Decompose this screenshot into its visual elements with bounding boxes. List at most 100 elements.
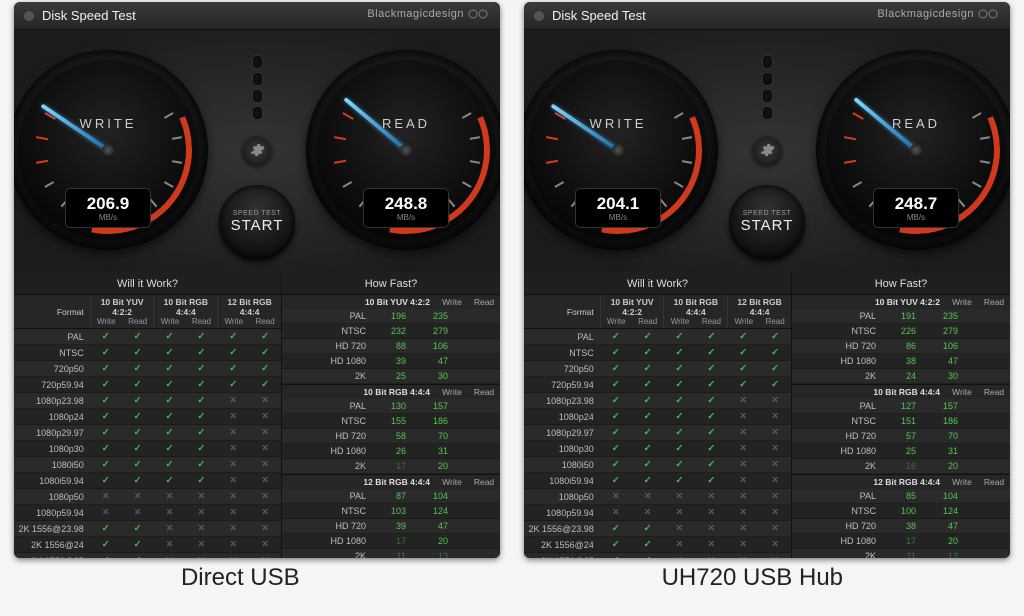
x-icon: ✕: [642, 491, 654, 502]
format-label: 1080p59.94: [14, 508, 90, 518]
format-label: PAL: [282, 311, 372, 321]
x-icon: ✕: [227, 475, 239, 486]
write-value: 39: [372, 356, 420, 366]
x-icon: ✕: [227, 443, 239, 454]
readout-unit: MB/s: [397, 213, 415, 222]
start-button[interactable]: SPEED TEST START: [729, 185, 805, 260]
table-row: PAL 127 157: [792, 399, 1010, 414]
table-row: 2K 24 30: [792, 369, 1010, 384]
x-icon: ✕: [259, 523, 271, 534]
activity-leds: [763, 56, 772, 119]
window-title: Disk Speed Test: [552, 8, 646, 23]
center-column: SPEED TEST START: [732, 50, 802, 260]
settings-button[interactable]: [752, 135, 782, 165]
check-icon: ✓: [673, 379, 685, 390]
write-value: 16: [882, 461, 930, 471]
check-icon: ✓: [737, 379, 749, 390]
codec-subheader: 12 Bit RGB 4:4:4 Write Read: [792, 474, 1010, 489]
check-icon: ✓: [642, 459, 654, 470]
write-value: 86: [882, 341, 930, 351]
write-value: 38: [882, 356, 930, 366]
x-icon: ✕: [195, 539, 207, 550]
check-icon: ✓: [705, 411, 717, 422]
read-value: 20: [930, 536, 978, 546]
x-icon: ✕: [163, 555, 175, 558]
table-row: 1080p59.94✕✕✕✕✕✕: [524, 505, 791, 521]
x-icon: ✕: [100, 491, 112, 502]
x-icon: ✕: [769, 523, 781, 534]
check-icon: ✓: [132, 411, 144, 422]
how-fast-table: How Fast? 10 Bit YUV 4:2:2 Write Read PA…: [282, 272, 500, 558]
check-icon: ✓: [163, 475, 175, 486]
write-value: 232: [372, 326, 420, 336]
format-label: 1080p29.97: [524, 428, 600, 438]
x-icon: ✕: [163, 539, 175, 550]
format-label: 2K: [282, 371, 372, 381]
x-icon: ✕: [769, 459, 781, 470]
read-value: 47: [420, 356, 468, 366]
check-icon: ✓: [163, 331, 175, 342]
table-row: 1080p24✓✓✓✓✕✕: [14, 409, 281, 425]
check-icon: ✓: [163, 395, 175, 406]
check-icon: ✓: [642, 539, 654, 550]
format-label: 2K 1556@24: [524, 540, 600, 550]
check-icon: ✓: [100, 395, 112, 406]
table-row: PAL 196 235: [282, 309, 500, 324]
check-icon: ✓: [132, 347, 144, 358]
readout-unit: MB/s: [907, 213, 925, 222]
check-icon: ✓: [769, 347, 781, 358]
x-icon: ✕: [673, 555, 685, 558]
check-icon: ✓: [100, 443, 112, 454]
table-row: 1080p30✓✓✓✓✕✕: [524, 441, 791, 457]
app-window: Disk Speed Test Blackmagicdesign WRITE 2…: [524, 2, 1010, 558]
write-value: 11: [372, 551, 420, 558]
read-value: 30: [420, 371, 468, 381]
check-icon: ✓: [132, 459, 144, 470]
check-icon: ✓: [100, 555, 112, 558]
check-icon: ✓: [195, 395, 207, 406]
write-value: 87: [372, 491, 420, 501]
table-row: 720p59.94✓✓✓✓✓✓: [524, 377, 791, 393]
x-icon: ✕: [673, 491, 685, 502]
x-icon: ✕: [737, 443, 749, 454]
x-icon: ✕: [227, 395, 239, 406]
x-icon: ✕: [610, 507, 622, 518]
table-row: NTSC 155 186: [282, 414, 500, 429]
x-icon: ✕: [163, 507, 175, 518]
close-icon[interactable]: [534, 11, 544, 21]
write-readout: 206.9 MB/s: [65, 188, 151, 228]
start-button[interactable]: SPEED TEST START: [219, 185, 295, 260]
write-value: 57: [882, 431, 930, 441]
table-row: HD 720 38 47: [792, 519, 1010, 534]
codec-subheader: 10 Bit RGB 4:4:4 Write Read: [792, 384, 1010, 399]
format-label: 2K: [792, 461, 882, 471]
how-fast-title: How Fast?: [282, 272, 500, 294]
check-icon: ✓: [132, 331, 144, 342]
table-row: PAL✓✓✓✓✓✓: [524, 329, 791, 345]
check-icon: ✓: [610, 459, 622, 470]
check-icon: ✓: [163, 411, 175, 422]
will-it-work-header: Format10 Bit YUV 4:2:2 WriteRead10 Bit R…: [14, 294, 281, 329]
caption-left: Direct USB: [181, 564, 300, 592]
x-icon: ✕: [227, 459, 239, 470]
start-small-label: SPEED TEST: [233, 210, 281, 217]
close-icon[interactable]: [24, 11, 34, 21]
table-row: PAL✓✓✓✓✓✓: [14, 329, 281, 345]
check-icon: ✓: [132, 555, 144, 558]
format-label: HD 720: [282, 521, 372, 531]
format-label: PAL: [524, 332, 600, 342]
format-label: NTSC: [524, 348, 600, 358]
how-fast-table: How Fast? 10 Bit YUV 4:2:2 Write Read PA…: [792, 272, 1010, 558]
check-icon: ✓: [610, 555, 622, 558]
table-row: 1080p29.97✓✓✓✓✕✕: [14, 425, 281, 441]
x-icon: ✕: [259, 491, 271, 502]
check-icon: ✓: [673, 347, 685, 358]
settings-button[interactable]: [242, 135, 272, 165]
check-icon: ✓: [642, 443, 654, 454]
x-icon: ✕: [673, 523, 685, 534]
table-row: HD 1080 26 31: [282, 444, 500, 459]
format-label: 2K: [282, 551, 372, 558]
format-label: 2K 1556@23.98: [524, 524, 600, 534]
check-icon: ✓: [227, 363, 239, 374]
table-row: 1080p23.98✓✓✓✓✕✕: [524, 393, 791, 409]
